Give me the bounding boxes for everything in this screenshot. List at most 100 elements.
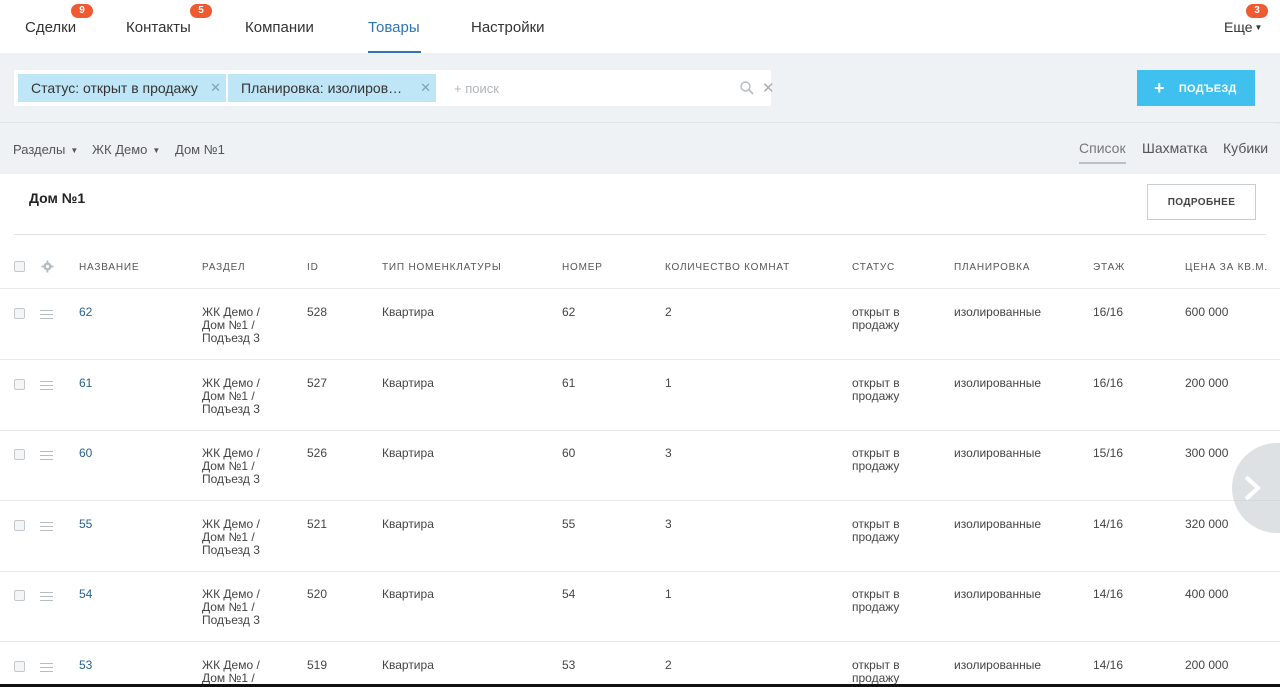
drag-handle-icon[interactable] bbox=[40, 451, 53, 460]
cell-section: ЖК Демо / Дом №1 / Подъезд 3 bbox=[202, 375, 260, 416]
breadcrumb-sections-label: Разделы bbox=[13, 142, 66, 157]
cell-type: Квартира bbox=[382, 657, 434, 672]
cell-number: 61 bbox=[562, 375, 576, 390]
cell-id: 527 bbox=[307, 375, 328, 390]
cell-name[interactable]: 62 bbox=[79, 306, 92, 319]
add-entrance-button[interactable]: + ПОДЪЕЗД bbox=[1137, 70, 1255, 106]
drag-handle-icon[interactable] bbox=[40, 380, 53, 390]
filter-chip-layout-label: Планировка: изолиров… bbox=[241, 80, 403, 96]
view-tab-chessboard[interactable]: Шахматка bbox=[1142, 140, 1207, 156]
add-entrance-label: ПОДЪЕЗД bbox=[1178, 83, 1237, 95]
table-row[interactable]: 61 ЖК Демо / Дом №1 / Подъезд 3 527 Квартир… bbox=[0, 360, 1280, 431]
cell-layout: изолированные bbox=[954, 657, 1041, 672]
cell-layout: изолированные bbox=[954, 587, 1041, 601]
cell-section: ЖК Демо / Дом №1 / Подъезд 3 bbox=[202, 657, 260, 687]
tab-products-label: Товары bbox=[368, 19, 420, 36]
cell-number: 55 bbox=[562, 516, 576, 531]
row-checkbox[interactable] bbox=[14, 378, 25, 390]
breadcrumb-sections[interactable]: Разделы ▼ bbox=[13, 142, 78, 157]
cell-price: 320 000 bbox=[1185, 516, 1229, 531]
tab-contacts[interactable]: Контакты bbox=[126, 19, 191, 36]
cell-floor: 16/16 bbox=[1093, 375, 1124, 390]
cell-floor: 14/16 bbox=[1093, 657, 1124, 672]
cell-layout: изолированные bbox=[954, 446, 1041, 460]
column-header-layout[interactable]: ПЛАНИРОВКА bbox=[954, 262, 1030, 273]
cell-name[interactable]: 54 bbox=[79, 588, 92, 601]
drag-handle-icon[interactable] bbox=[40, 521, 53, 531]
remove-filter-icon[interactable]: ✕ bbox=[210, 74, 221, 102]
card-title: Дом №1 bbox=[29, 190, 86, 206]
plus-icon: + bbox=[1154, 78, 1165, 98]
select-all-checkbox[interactable] bbox=[14, 261, 25, 272]
cell-name[interactable]: 61 bbox=[79, 376, 92, 390]
tab-products[interactable]: Товары bbox=[368, 19, 420, 36]
column-header-number[interactable]: НОМЕР bbox=[562, 262, 603, 273]
cell-number: 60 bbox=[562, 446, 576, 460]
filter-bar: Статус: открыт в продажу ✕ Планировка: и… bbox=[0, 53, 1280, 123]
column-header-status[interactable]: СТАТУС bbox=[852, 262, 895, 273]
cell-floor: 15/16 bbox=[1093, 446, 1124, 460]
cell-id: 520 bbox=[307, 587, 328, 601]
tab-deals-label: Сделки bbox=[25, 19, 77, 36]
drag-handle-icon[interactable] bbox=[40, 310, 53, 319]
view-tab-list[interactable]: Список bbox=[1079, 140, 1126, 164]
column-header-rooms[interactable]: КОЛИЧЕСТВО КОМНАТ bbox=[665, 262, 790, 273]
column-header-section[interactable]: РАЗДЕЛ bbox=[202, 262, 245, 273]
cell-id: 526 bbox=[307, 446, 328, 460]
table-row[interactable]: 53 ЖК Демо / Дом №1 / Подъезд 3 519 Квартир… bbox=[0, 642, 1280, 687]
row-checkbox[interactable] bbox=[14, 590, 25, 601]
tab-settings[interactable]: Настройки bbox=[471, 19, 545, 36]
cell-type: Квартира bbox=[382, 305, 434, 319]
contacts-count-badge: 5 bbox=[190, 4, 212, 18]
column-header-type[interactable]: ТИП НОМЕНКЛАТУРЫ bbox=[382, 262, 502, 273]
column-header-floor[interactable]: ЭТАЖ bbox=[1093, 262, 1125, 273]
cell-floor: 14/16 bbox=[1093, 516, 1124, 531]
tab-companies[interactable]: Компании bbox=[245, 19, 314, 36]
table-row[interactable]: 55 ЖК Демо / Дом №1 / Подъезд 3 521 Квартир… bbox=[0, 501, 1280, 572]
cell-status: открыт в продажу bbox=[852, 375, 900, 403]
cell-section: ЖК Демо / Дом №1 / Подъезд 3 bbox=[202, 305, 260, 345]
cell-name[interactable]: 60 bbox=[79, 447, 92, 460]
row-checkbox[interactable] bbox=[14, 308, 25, 319]
gear-icon[interactable] bbox=[41, 260, 54, 273]
table-row[interactable]: 62 ЖК Демо / Дом №1 / Подъезд 3 528 Квартир… bbox=[0, 289, 1280, 360]
cell-rooms: 3 bbox=[665, 446, 672, 460]
row-checkbox[interactable] bbox=[14, 660, 25, 672]
breadcrumb-complex[interactable]: ЖК Демо ▼ bbox=[92, 142, 160, 157]
cell-layout: изолированные bbox=[954, 375, 1041, 390]
breadcrumb-house[interactable]: Дом №1 bbox=[175, 142, 225, 157]
view-tab-cubes[interactable]: Кубики bbox=[1223, 140, 1268, 156]
filter-chip-status[interactable]: Статус: открыт в продажу ✕ bbox=[18, 74, 226, 102]
cell-price: 600 000 bbox=[1185, 305, 1229, 319]
column-header-price[interactable]: ЦЕНА ЗА КВ.М. bbox=[1185, 262, 1268, 273]
cell-name[interactable]: 53 bbox=[79, 658, 92, 672]
cell-number: 54 bbox=[562, 587, 576, 601]
chevron-right-icon bbox=[1244, 475, 1261, 501]
cell-price: 300 000 bbox=[1185, 446, 1229, 460]
cell-status: открыт в продажу bbox=[852, 587, 900, 614]
details-button[interactable]: ПОДРОБНЕЕ bbox=[1147, 184, 1256, 220]
cell-section: ЖК Демо / Дом №1 / Подъезд 3 bbox=[202, 587, 260, 627]
column-header-id[interactable]: ID bbox=[307, 262, 319, 273]
remove-filter-icon[interactable]: ✕ bbox=[420, 74, 431, 102]
drag-handle-icon[interactable] bbox=[40, 662, 53, 672]
filter-chip-layout[interactable]: Планировка: изолиров… ✕ bbox=[228, 74, 436, 102]
cell-name[interactable]: 55 bbox=[79, 517, 92, 531]
search-input[interactable] bbox=[454, 79, 724, 97]
cell-type: Квартира bbox=[382, 587, 434, 601]
table-row[interactable]: 54 ЖК Демо / Дом №1 / Подъезд 3 520 Квартир… bbox=[0, 571, 1280, 642]
cell-type: Квартира bbox=[382, 446, 434, 460]
search-icon[interactable] bbox=[739, 80, 755, 96]
cell-status: открыт в продажу bbox=[852, 657, 900, 685]
tab-companies-label: Компании bbox=[245, 19, 314, 36]
cell-rooms: 3 bbox=[665, 516, 672, 531]
tab-deals[interactable]: Сделки bbox=[25, 19, 76, 36]
column-header-name[interactable]: НАЗВАНИЕ bbox=[79, 262, 139, 273]
row-checkbox[interactable] bbox=[14, 519, 25, 531]
table-row[interactable]: 60 ЖК Демо / Дом №1 / Подъезд 3 526 Квартир… bbox=[0, 430, 1280, 501]
drag-handle-icon[interactable] bbox=[40, 592, 53, 601]
cell-layout: изолированные bbox=[954, 305, 1041, 319]
row-checkbox[interactable] bbox=[14, 449, 25, 460]
clear-search-icon[interactable]: ✕ bbox=[762, 79, 775, 97]
more-menu[interactable]: Еще ▼ bbox=[1224, 19, 1262, 35]
